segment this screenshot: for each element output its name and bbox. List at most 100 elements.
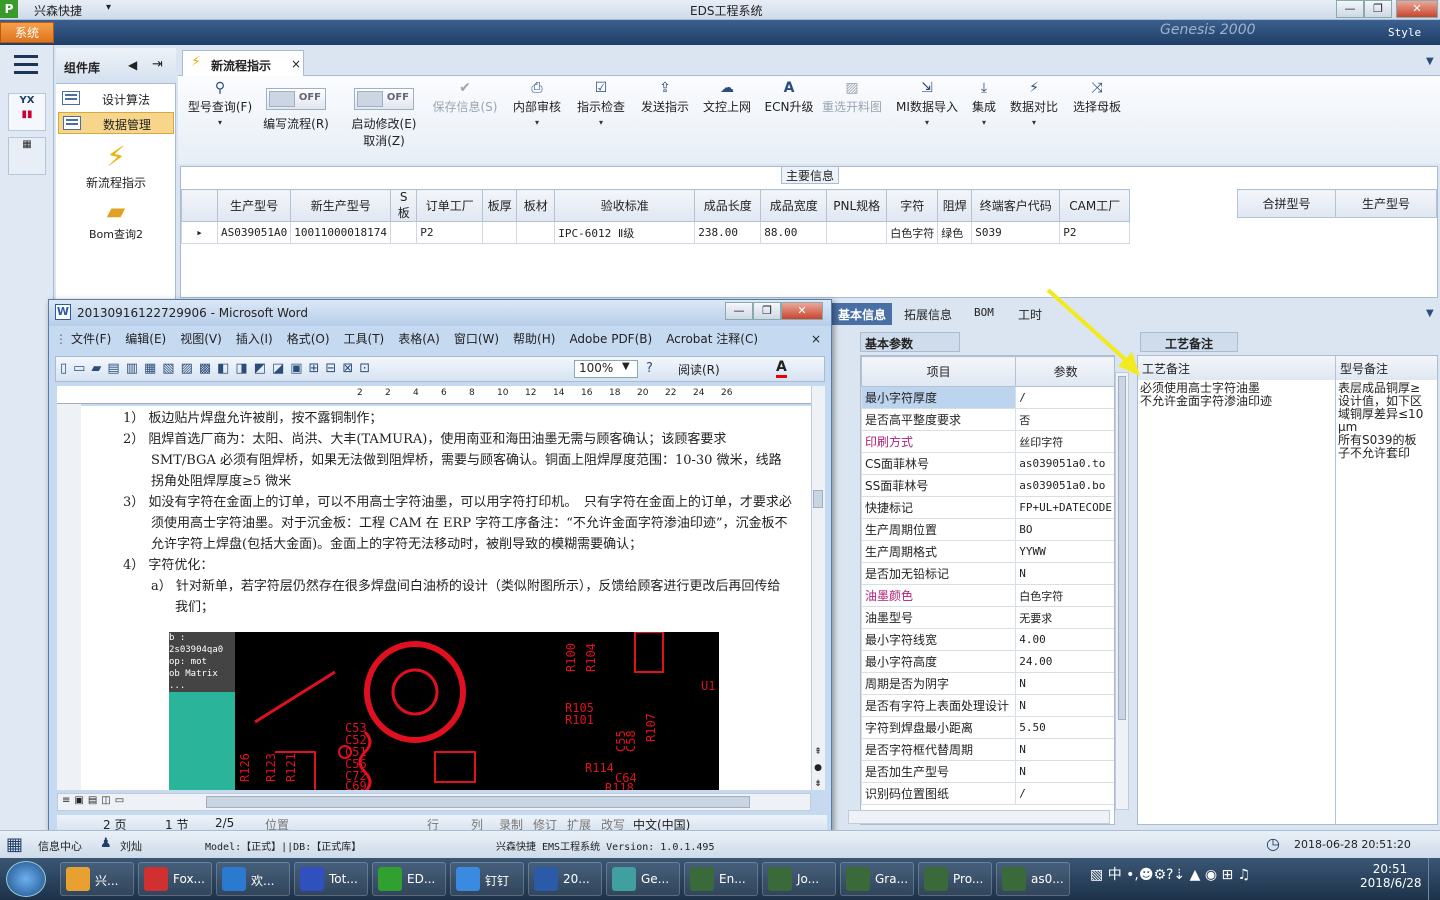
standard-toolbar-icons[interactable]: ▯▭▰▤▥▦▧▨▩◧◨◩◪▣⊞⊟⊠⊡ xyxy=(60,361,376,376)
tabs-dropdown-icon[interactable]: ▼ xyxy=(1426,56,1434,67)
column-header[interactable]: PNL规格 xyxy=(826,189,888,222)
taskbar-item[interactable]: En... xyxy=(684,862,758,896)
taskbar-item[interactable]: 欢... xyxy=(216,862,290,896)
font-color-icon[interactable]: A xyxy=(776,359,787,378)
param-value[interactable]: 无要求 xyxy=(1015,606,1114,629)
table-cell[interactable]: 88.00 xyxy=(760,221,828,244)
param-row[interactable]: 是否高平整度要求否 xyxy=(861,408,1114,431)
column-header[interactable]: 生产型号 xyxy=(216,189,292,222)
param-row[interactable]: 生产周期位置 BO xyxy=(861,518,1114,541)
lib-item-data-mgmt[interactable]: 数据管理 xyxy=(58,112,174,134)
param-value[interactable]: N xyxy=(1015,738,1114,761)
param-value[interactable]: N xyxy=(1015,672,1114,695)
maximize-button[interactable]: ❐ xyxy=(1364,0,1392,18)
save-info-button[interactable]: ✔ 保存信息(S) xyxy=(428,80,502,115)
column-header[interactable]: 新生产型号 xyxy=(290,189,392,222)
collapse-left-icon[interactable]: ◀ xyxy=(128,58,137,72)
browse-object-icons[interactable]: ⇞ ● ⇟ xyxy=(811,744,825,792)
reselect-cut-drawing-button[interactable]: ▨ 重选开料图 xyxy=(820,80,884,115)
table-cell[interactable]: 10011000018174 xyxy=(290,221,392,244)
param-value[interactable]: / xyxy=(1015,386,1114,409)
select-motherboard-button[interactable]: ⤨ 选择母板 xyxy=(1070,80,1124,115)
view-mode-icons[interactable]: ≡▣▤◫▭ xyxy=(62,795,128,806)
word-menu-item[interactable]: 表格(A) xyxy=(398,332,440,346)
mi-data-import-button[interactable]: ⇲ MI数据导入 ▾ xyxy=(892,80,962,131)
tab-close-icon[interactable]: × xyxy=(291,57,301,71)
param-row[interactable]: 识别码位置图纸 / xyxy=(861,782,1114,805)
model-note-text[interactable]: 表层成品铜厚≥设计值，如下区域铜厚差异≤10μm 所有S039的板子不允许套印 xyxy=(1338,382,1428,460)
param-value[interactable]: as039051a0.bo xyxy=(1015,474,1114,497)
table-cell[interactable]: S039 xyxy=(971,221,1061,244)
taskbar-item[interactable]: Ge... xyxy=(606,862,680,896)
word-doc-close-icon[interactable]: × xyxy=(811,332,821,346)
param-row[interactable]: 最小字符线宽 4.00 xyxy=(861,628,1114,651)
internal-review-button[interactable]: ⎙ 内部审核 ▾ xyxy=(508,80,566,131)
word-menu-item[interactable]: Acrobat 注释(C) xyxy=(666,332,758,346)
word-menu-item[interactable]: 帮助(H) xyxy=(513,332,555,346)
param-row[interactable]: 是否加生产型号 N xyxy=(861,760,1114,783)
edit-flow-toggle[interactable]: OFF xyxy=(266,88,326,110)
params-scroll-thumb[interactable] xyxy=(1118,376,1126,720)
tray-clock[interactable]: 20:51 2018/6/28 xyxy=(1360,862,1422,890)
word-scroll-thumb[interactable] xyxy=(813,490,823,508)
send-instruction-button[interactable]: ⇪ 发送指示 xyxy=(636,80,694,115)
tray-icons[interactable]: ▧ 中 •,☻⚙?⇣ ▲ ◉ ⊞ ♫ xyxy=(1090,864,1250,884)
taskbar-item[interactable]: Jo... xyxy=(762,862,836,896)
column-header[interactable]: 成品长度 xyxy=(694,189,762,222)
param-row[interactable]: CS面菲林号 as039051a0.to xyxy=(861,452,1114,475)
word-vscrollbar[interactable] xyxy=(811,386,825,790)
param-value[interactable]: YYWW xyxy=(1015,540,1114,563)
process-note-text[interactable]: 必须使用高士字符油墨 不允许金面字符渗油印迹 xyxy=(1140,382,1334,408)
table-cell[interactable] xyxy=(516,221,556,244)
system-menu-button[interactable]: 系统 xyxy=(0,22,54,43)
taskbar-item[interactable]: Pro... xyxy=(918,862,992,896)
word-menu-item[interactable]: 窗口(W) xyxy=(454,332,499,346)
ecn-upgrade-button[interactable]: A ECN升级 xyxy=(760,80,818,115)
pin-icon[interactable]: ⇥ xyxy=(152,57,163,72)
hamburger-menu-icon[interactable] xyxy=(14,55,38,75)
table-cell[interactable]: IPC-6012 Ⅱ级 xyxy=(554,221,696,244)
new-flow-instruction-item[interactable]: ⚡ 新流程指示 xyxy=(66,140,166,191)
param-row[interactable]: SS面菲林号 as039051a0.bo xyxy=(861,474,1114,497)
ime-indicator[interactable]: 中 xyxy=(1108,867,1122,883)
param-value[interactable]: N xyxy=(1015,562,1114,585)
yx-module-icon[interactable]: YX ▮▮ xyxy=(8,93,46,131)
chevron-down-icon[interactable]: ▼ xyxy=(622,361,630,372)
param-row[interactable]: 是否有字符上表面处理设计 N xyxy=(861,694,1114,717)
word-menu-item[interactable]: 工具(T) xyxy=(344,332,385,346)
doc-control-online-button[interactable]: ☁ 文控上网 xyxy=(698,80,756,115)
data-compare-button[interactable]: ⚡ 数据对比 ▾ xyxy=(1008,80,1060,131)
column-header[interactable]: 成品宽度 xyxy=(760,189,828,222)
quick-access-dropdown-icon[interactable]: ▾ xyxy=(106,2,111,13)
show-desktop-button[interactable] xyxy=(1428,858,1440,900)
column-header[interactable]: CAM工厂 xyxy=(1059,189,1131,222)
taskbar-item[interactable]: as0... xyxy=(996,862,1070,896)
param-row[interactable]: 是否字符框代替周期 N xyxy=(861,738,1114,761)
param-row[interactable]: 印刷方式 丝印字符 xyxy=(861,430,1114,453)
word-maximize-button[interactable]: ❐ xyxy=(753,302,781,320)
grid-icon[interactable]: ▦ xyxy=(6,834,23,855)
column-header[interactable]: 型号备注 xyxy=(1336,356,1437,380)
start-button[interactable] xyxy=(6,861,46,897)
tab-new-flow[interactable]: ⚡ 新流程指示 × xyxy=(182,50,304,76)
taskbar-item[interactable]: 20... xyxy=(528,862,602,896)
table-cell[interactable] xyxy=(826,221,888,244)
reading-mode-button[interactable]: 阅读(R) xyxy=(678,361,720,378)
taskbar-item[interactable]: Tot... xyxy=(294,862,368,896)
table-cell[interactable]: P2 xyxy=(1059,221,1131,244)
param-row[interactable]: 油墨颜色 白色字符 xyxy=(861,584,1114,607)
column-header[interactable]: S板 xyxy=(390,189,418,222)
param-row[interactable]: 最小字符高度 24.00 xyxy=(861,650,1114,673)
word-menu-item[interactable]: 插入(I) xyxy=(236,332,273,346)
model-query-button[interactable]: ⚲ 型号查询(F) ▾ xyxy=(184,80,256,131)
params-hscrollbar[interactable] xyxy=(848,810,1110,824)
column-header[interactable]: 生产型号 xyxy=(1335,189,1437,218)
param-value[interactable]: FP+UL+DATECODE xyxy=(1015,496,1114,519)
word-menu-item[interactable]: Adobe PDF(B) xyxy=(569,332,652,346)
column-header[interactable]: 项目 xyxy=(861,356,1017,387)
lib-item-design-algo[interactable]: 设计算法 xyxy=(58,88,174,110)
tab-extended-info[interactable]: 拓展信息 xyxy=(898,303,958,325)
help-icon[interactable]: ? xyxy=(646,361,653,376)
param-row[interactable]: 油墨型号 无要求 xyxy=(861,606,1114,629)
table-cell[interactable] xyxy=(482,221,518,244)
